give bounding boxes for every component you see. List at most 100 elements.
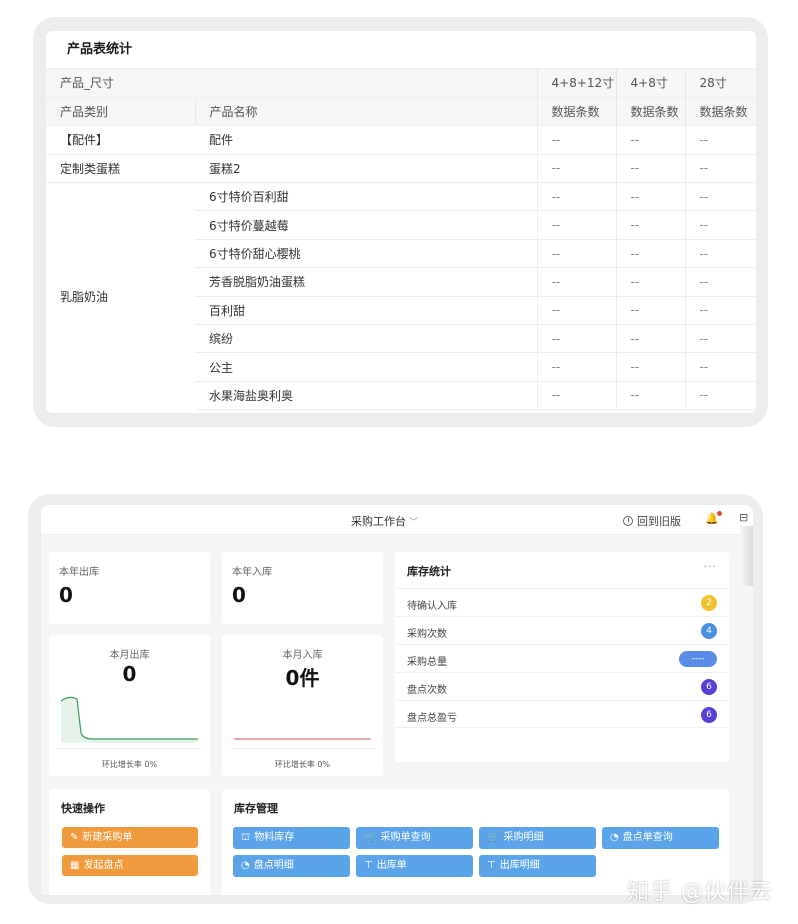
category-cell: 【配件】 bbox=[46, 125, 195, 155]
stock-row[interactable]: 盘点次数 6 bbox=[395, 672, 729, 700]
stock-statistics-title: 库存统计 bbox=[407, 565, 451, 578]
button-label: 物料库存 bbox=[254, 832, 295, 843]
product-name-cell: 6寸特价甜心樱桃 bbox=[195, 239, 538, 269]
count-cell: -- bbox=[684, 125, 756, 155]
count-cell: -- bbox=[615, 154, 686, 184]
button-label: 盘点单查询 bbox=[622, 832, 673, 843]
product-name-cell: 水果海盐奥利奥 bbox=[195, 381, 538, 411]
header-cell: 产品类别 bbox=[46, 97, 196, 127]
button-label: 采购明细 bbox=[503, 832, 544, 843]
pencil-icon: ✎ bbox=[70, 832, 79, 843]
product-table: 产品_尺寸 4+8+12寸 4+8寸 28寸 产品类别 产品名称 数据条数 数据… bbox=[46, 69, 756, 411]
back-to-old-version-link[interactable]: 回到旧版 bbox=[623, 513, 681, 529]
bag-icon[interactable]: ⊟ bbox=[739, 511, 748, 524]
month-outbound-card: 本月出库 0 环比增长率 0% bbox=[49, 635, 210, 776]
export-icon: ⊤ bbox=[487, 860, 496, 871]
header-cell: 28寸 bbox=[685, 69, 756, 98]
inventory-detail-button[interactable]: ◔ 盘点明细 bbox=[233, 855, 350, 877]
pie-chart-icon: ◔ bbox=[610, 832, 619, 843]
quick-actions-title: 快速操作 bbox=[61, 802, 105, 815]
material-stock-button[interactable]: ⛫ 物料库存 bbox=[233, 827, 350, 849]
table-header-row: 产品类别 产品名称 数据条数 数据条数 数据条数 bbox=[46, 97, 756, 127]
header-cell: 数据条数 bbox=[616, 97, 686, 127]
stock-statistics-card: 库存统计 ··· 待确认入库 2 采购次数 4 采购总量 ---- 盘点次数 6… bbox=[395, 552, 729, 762]
outbound-detail-button[interactable]: ⊤ 出库明细 bbox=[479, 855, 596, 877]
count-cell: -- bbox=[684, 267, 756, 297]
pie-chart-icon: ◔ bbox=[241, 860, 250, 871]
count-cell: -- bbox=[615, 267, 686, 297]
count-cell: -- bbox=[684, 210, 756, 240]
table-header-row: 产品_尺寸 4+8+12寸 4+8寸 28寸 bbox=[46, 69, 756, 98]
header-cell: 产品名称 bbox=[195, 97, 538, 127]
table-row: 乳脂奶油 6寸特价百利甜 -- -- -- bbox=[46, 182, 756, 304]
dashboard-screen: 采购工作台 ﹀ 回到旧版 🔔 ⊟ 本年出库 0 本年入库 0 本月出库 0 环比增… bbox=[41, 505, 753, 895]
count-cell: -- bbox=[615, 324, 686, 354]
count-cell: -- bbox=[536, 296, 617, 326]
inventory-management-title: 库存管理 bbox=[234, 802, 278, 815]
year-outbound-label: 本年出库 bbox=[59, 567, 99, 578]
month-outbound-label: 本月出库 bbox=[109, 650, 150, 661]
product-name-cell: 芳香脱脂奶油蛋糕 bbox=[195, 267, 538, 297]
month-outbound-value: 0 bbox=[122, 662, 137, 686]
count-cell: -- bbox=[615, 125, 686, 155]
cart-icon: 🛒 bbox=[487, 832, 500, 843]
year-inbound-card: 本年入库 0 bbox=[222, 552, 383, 624]
year-outbound-card: 本年出库 0 bbox=[49, 552, 210, 624]
product-table-title: 产品表统计 bbox=[46, 31, 756, 69]
inventory-query-button[interactable]: ◔ 盘点单查询 bbox=[602, 827, 719, 849]
month-inbound-value: 0件 bbox=[285, 666, 320, 690]
stock-badge: ---- bbox=[679, 651, 717, 667]
header-cell: 数据条数 bbox=[537, 97, 617, 127]
workbench-switcher[interactable]: 采购工作台 ﹀ bbox=[351, 513, 418, 529]
button-label: 出库明细 bbox=[499, 860, 540, 871]
count-cell: -- bbox=[536, 267, 617, 297]
month-outbound-ratio: 环比增长率 0% bbox=[57, 748, 202, 770]
more-icon[interactable]: ··· bbox=[704, 560, 718, 573]
count-cell: -- bbox=[536, 352, 617, 382]
product-name-cell: 蛋糕2 bbox=[195, 154, 538, 184]
workbench-title: 采购工作台 bbox=[351, 515, 406, 528]
stock-row-label: 采购总量 bbox=[407, 657, 447, 668]
outbound-order-button[interactable]: ⊤ 出库单 bbox=[356, 855, 473, 877]
product-name-cell: 百利甜 bbox=[195, 296, 538, 326]
table-row: 【配件】 配件 -- -- -- bbox=[46, 125, 756, 155]
header-cell: 数据条数 bbox=[685, 97, 756, 127]
stock-row-label: 待确认入库 bbox=[407, 601, 457, 612]
product-name-cell: 6寸特价蔓越莓 bbox=[195, 210, 538, 240]
month-inbound-sparkline bbox=[234, 738, 371, 740]
stock-badge: 2 bbox=[701, 595, 717, 611]
start-inventory-button[interactable]: ▦ 发起盘点 bbox=[62, 855, 198, 876]
count-cell: -- bbox=[615, 296, 686, 326]
product-name-cell: 6寸特价百利甜 bbox=[195, 182, 538, 212]
clock-icon bbox=[623, 516, 633, 526]
count-cell: -- bbox=[536, 125, 617, 155]
purchase-detail-button[interactable]: 🛒 采购明细 bbox=[479, 827, 596, 849]
count-cell: -- bbox=[615, 239, 686, 269]
purchase-order-query-button[interactable]: 🛒 采购单查询 bbox=[356, 827, 473, 849]
table-row: 定制类蛋糕 蛋糕2 -- -- -- bbox=[46, 154, 756, 184]
stock-row[interactable]: 采购次数 4 bbox=[395, 616, 729, 644]
chevron-down-icon: ﹀ bbox=[409, 518, 419, 528]
top-bar: 采购工作台 ﹀ 回到旧版 🔔 ⊟ bbox=[41, 505, 753, 535]
stock-row-label: 采购次数 bbox=[407, 629, 447, 640]
category-cell: 定制类蛋糕 bbox=[46, 154, 195, 184]
count-cell: -- bbox=[684, 352, 756, 382]
bank-icon: ⛫ bbox=[241, 832, 251, 843]
stock-row[interactable]: 待确认入库 2 bbox=[395, 588, 729, 616]
bell-icon[interactable]: 🔔 bbox=[705, 511, 722, 525]
button-label: 出库单 bbox=[376, 860, 407, 871]
count-cell: -- bbox=[684, 296, 756, 326]
button-label: 新建采购单 bbox=[82, 832, 133, 843]
export-icon: ⊤ bbox=[364, 860, 373, 871]
count-cell: -- bbox=[684, 154, 756, 184]
header-cell: 4+8+12寸 bbox=[537, 69, 617, 98]
count-cell: -- bbox=[536, 210, 617, 240]
count-cell: -- bbox=[536, 239, 617, 269]
stock-row[interactable]: 采购总量 ---- bbox=[395, 644, 729, 672]
count-cell: -- bbox=[615, 381, 686, 411]
product-name-cell: 配件 bbox=[195, 125, 538, 155]
stock-row[interactable]: 盘点总盈亏 6 bbox=[395, 700, 729, 728]
stock-badge: 4 bbox=[701, 623, 717, 639]
new-purchase-order-button[interactable]: ✎ 新建采购单 bbox=[62, 827, 198, 848]
header-cell: 4+8寸 bbox=[616, 69, 686, 98]
